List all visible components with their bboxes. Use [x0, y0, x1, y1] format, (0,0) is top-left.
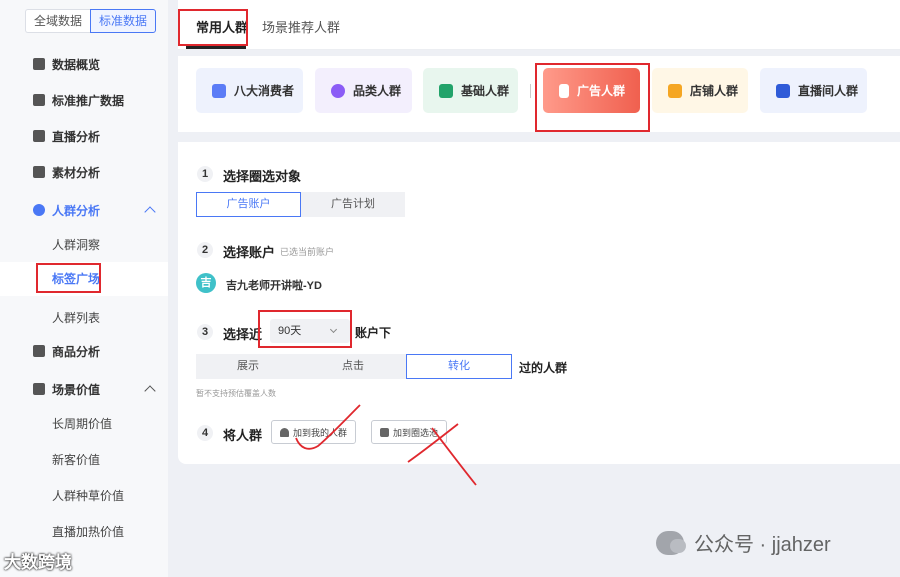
action-click-option[interactable]: 点击: [300, 354, 406, 379]
diamond-icon: [33, 383, 45, 395]
sidebar: 全域数据 标准数据 数据概览 标准推广数据 直播分析 素材分析 人群分析 人群洞…: [0, 0, 168, 577]
chevron-up-icon[interactable]: [144, 385, 156, 397]
tab-common-crowd[interactable]: 常用人群: [196, 17, 248, 36]
bag-icon: [33, 345, 45, 357]
tiktok-icon: [776, 83, 790, 98]
nav-crowd-analysis[interactable]: 人群分析: [33, 200, 100, 220]
crowd-category-cards: 八大消费者 品类人群 基础人群 广告人群 店铺人群 直播间人群: [178, 56, 900, 132]
avatar: 吉: [196, 273, 216, 293]
card-live-room-crowd[interactable]: 直播间人群: [760, 68, 867, 113]
chevron-up-icon[interactable]: [144, 206, 156, 218]
wechat-icon: [656, 530, 686, 555]
nav-product-analysis[interactable]: 商品分析: [33, 341, 100, 361]
ad-icon: [559, 83, 569, 98]
card-store-crowd[interactable]: 店铺人群: [652, 68, 748, 113]
card-label: 八大消费者: [234, 84, 295, 98]
sub-crowd-list[interactable]: 人群列表: [52, 309, 100, 326]
nav-material-analysis[interactable]: 素材分析: [33, 162, 100, 182]
step-number: 1: [197, 166, 213, 182]
days-select-value: 90天: [278, 325, 302, 337]
card-label: 直播间人群: [798, 84, 859, 98]
basic-icon: [439, 83, 453, 98]
card-ad-crowd[interactable]: 广告人群: [543, 68, 640, 113]
action-impression-option[interactable]: 展示: [196, 354, 300, 379]
user-icon: [280, 427, 289, 437]
users-icon: [33, 204, 45, 216]
cart-icon: [380, 427, 389, 437]
sub-long-cycle-value[interactable]: 长周期价值: [52, 415, 112, 432]
top-tabs: 常用人群 场景推荐人群: [178, 0, 900, 50]
consumer-icon: [212, 83, 226, 98]
days-select[interactable]: 90天: [270, 319, 350, 343]
target-ad-plan-option[interactable]: 广告计划: [301, 192, 405, 217]
button-label: 加到我的人群: [293, 427, 348, 438]
nav-label: 数据概览: [52, 57, 101, 72]
nav-label: 直播分析: [52, 129, 101, 144]
dashboard-icon: [33, 58, 45, 70]
step-title: 选择近: [223, 327, 263, 342]
category-icon: [331, 83, 345, 98]
nav-label: 商品分析: [52, 344, 101, 359]
step-hint: 已选当前账户: [280, 247, 335, 257]
nav-label: 人群分析: [52, 203, 101, 218]
tab-scene-recommend-crowd[interactable]: 场景推荐人群: [262, 17, 340, 36]
coverage-note: 暂不支持预估覆盖人数: [196, 389, 276, 398]
step-title: 将人群: [223, 428, 263, 443]
sub-crowd-insight[interactable]: 人群洞察: [52, 236, 100, 253]
account-name: 吉九老师开讲啦-YD: [226, 280, 322, 292]
card-divider: [530, 84, 531, 98]
step-number: 4: [197, 425, 213, 441]
sub-tag-square[interactable]: 标签广场: [0, 262, 168, 296]
card-label: 店铺人群: [690, 84, 739, 98]
nav-label: 标准推广数据: [52, 93, 125, 108]
sub-live-heat-value[interactable]: 直播加热价值: [52, 523, 124, 540]
card-label: 广告人群: [577, 84, 626, 98]
nav-standard-promo-data[interactable]: 标准推广数据: [33, 90, 124, 110]
step-number: 3: [197, 324, 213, 340]
card-eight-consumers[interactable]: 八大消费者: [196, 68, 303, 113]
step-title: 选择圈选对象: [223, 169, 302, 184]
tab-underline: [186, 46, 246, 49]
data-scope-toggle: 全域数据 标准数据: [25, 9, 157, 33]
scope-all-data-button[interactable]: 全域数据: [25, 9, 91, 33]
card-category-crowd[interactable]: 品类人群: [315, 68, 412, 113]
target-ad-account-option[interactable]: 广告账户: [196, 192, 301, 217]
nav-label: 场景价值: [52, 382, 101, 397]
step-suffix: 账户下: [355, 326, 392, 340]
crowd-selection-form: 1 选择圈选对象 广告账户 广告计划 2 选择账户 已选当前账户 吉 吉九老师开…: [178, 142, 900, 464]
chevron-down-icon: [329, 325, 338, 334]
nav-scene-value[interactable]: 场景价值: [33, 379, 100, 399]
action-conversion-option[interactable]: 转化: [406, 354, 512, 379]
card-label: 基础人群: [461, 84, 510, 98]
chart-icon: [33, 94, 45, 106]
nav-live-analysis[interactable]: 直播分析: [33, 126, 100, 146]
scope-standard-data-button[interactable]: 标准数据: [90, 9, 157, 33]
card-basic-crowd[interactable]: 基础人群: [423, 68, 518, 113]
sub-new-customer-value[interactable]: 新客价值: [52, 451, 100, 468]
card-label: 品类人群: [353, 84, 402, 98]
nav-label: 素材分析: [52, 165, 101, 180]
store-icon: [668, 83, 682, 98]
wechat-watermark: 公众号 · jjahzer: [656, 528, 831, 557]
layers-icon: [33, 166, 45, 178]
step-number: 2: [197, 242, 213, 258]
button-label: 加到圈选池: [393, 427, 439, 438]
step-tail: 过的人群: [519, 361, 568, 375]
brand-watermark: 大数跨境: [4, 553, 72, 572]
sub-seeding-value[interactable]: 人群种草价值: [52, 487, 124, 504]
step-title: 选择账户: [223, 245, 276, 260]
watermark-text: 公众号 · jjahzer: [694, 534, 831, 556]
nav-data-overview[interactable]: 数据概览: [33, 54, 100, 74]
add-to-pool-button[interactable]: 加到圈选池: [371, 420, 448, 444]
live-icon: [33, 130, 45, 142]
add-to-my-crowd-button[interactable]: 加到我的人群: [271, 420, 357, 444]
